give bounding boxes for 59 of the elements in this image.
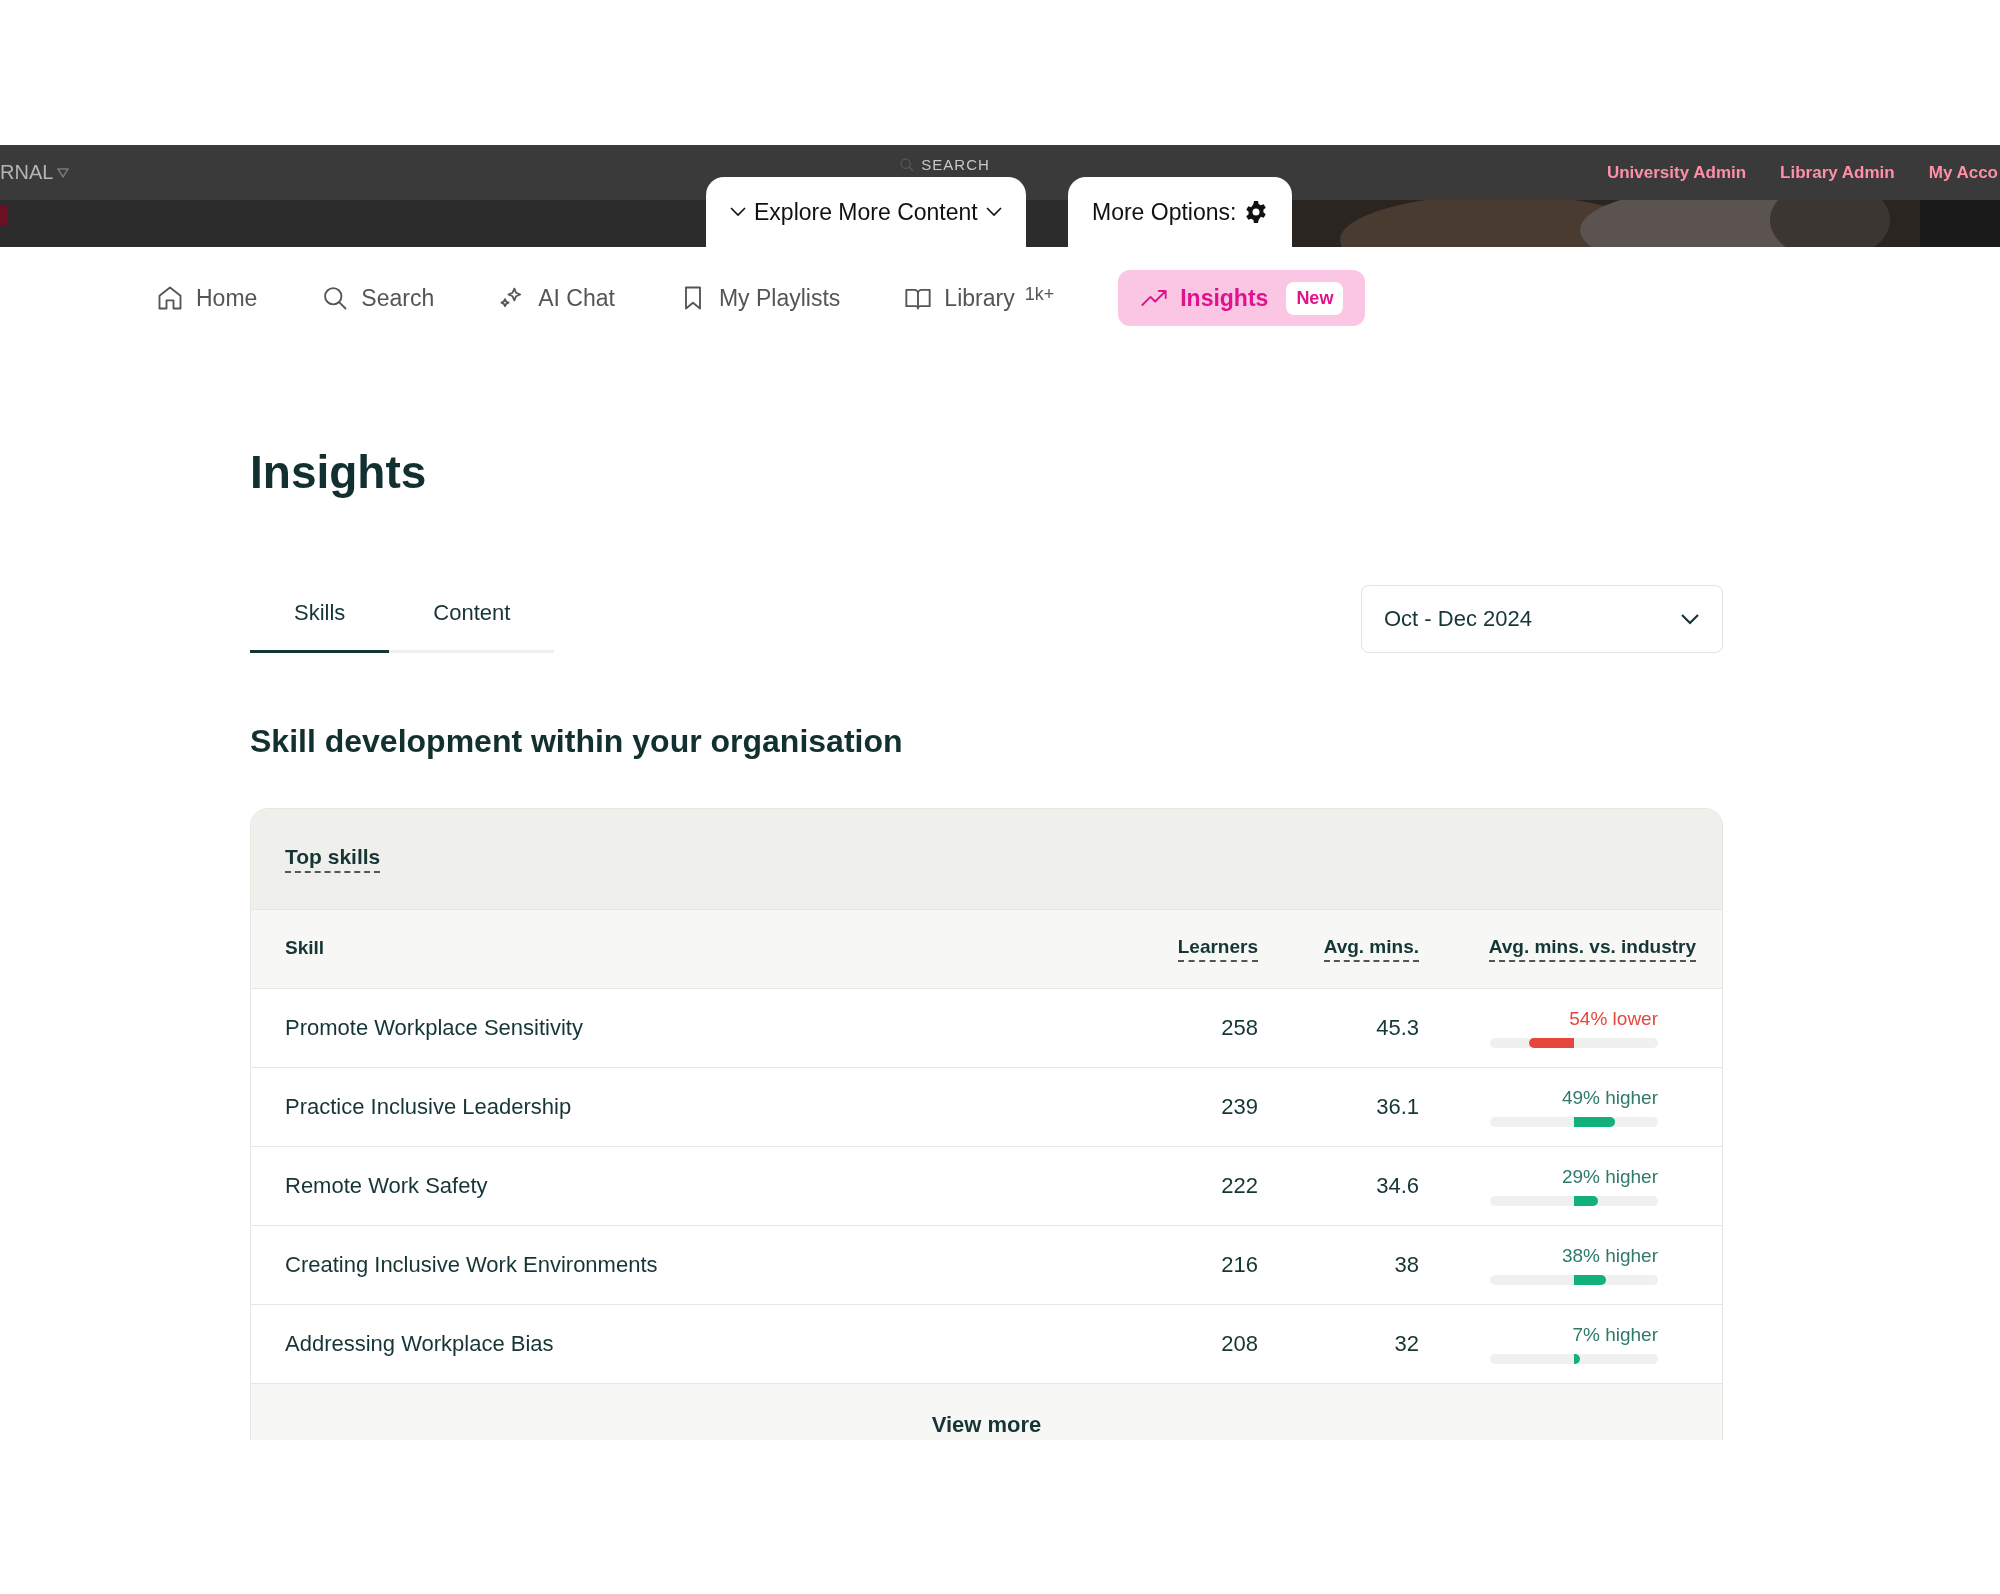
minutes-cell: 45.3 bbox=[1376, 1015, 1419, 1041]
comparison-label: 7% higher bbox=[1572, 1324, 1658, 1346]
minutes-cell: 32 bbox=[1394, 1331, 1419, 1357]
chevron-icon bbox=[730, 207, 746, 217]
nav-label: Library bbox=[944, 284, 1015, 312]
admin-link[interactable]: My Acco bbox=[1928, 162, 1998, 183]
chevron-icon bbox=[985, 207, 1002, 217]
nav-item[interactable]: My Playlists bbox=[678, 270, 841, 326]
nav-label: Insights bbox=[1180, 284, 1269, 312]
nav-item[interactable]: AI Chat bbox=[498, 270, 615, 326]
nav-item[interactable]: Library 1k+ bbox=[904, 270, 1055, 326]
comparison-label: 54% lower bbox=[1569, 1008, 1658, 1030]
comparison-label: 29% higher bbox=[1561, 1166, 1658, 1188]
nav-label: AI Chat bbox=[538, 284, 615, 312]
tab[interactable]: Skills bbox=[250, 585, 390, 653]
skill-cell-text: Remote Work Safety bbox=[284, 1173, 488, 1199]
menu-label[interactable]: RNAL bbox=[0, 161, 70, 184]
column-header: Skill bbox=[284, 937, 325, 960]
page-title: Insights bbox=[250, 445, 428, 499]
comparison-label: 49% higher bbox=[1561, 1087, 1658, 1109]
minutes-cell: 36.1 bbox=[1376, 1094, 1419, 1120]
period-select[interactable]: Oct - Dec 2024 bbox=[1361, 585, 1723, 653]
tab[interactable]: Content bbox=[389, 585, 555, 653]
learners-cell: 239 bbox=[1221, 1094, 1258, 1120]
nav-item[interactable]: Home bbox=[156, 270, 258, 326]
options-tab[interactable]: More Options: bbox=[1068, 177, 1293, 247]
settings-icon bbox=[1244, 200, 1269, 224]
caret-icon bbox=[57, 167, 70, 178]
learners-cell: 222 bbox=[1221, 1173, 1258, 1199]
nav-label: Search bbox=[361, 284, 435, 312]
admin-link[interactable]: University Admin bbox=[1606, 162, 1747, 183]
view-more-button[interactable]: View more bbox=[251, 1384, 1722, 1440]
skill-cell-text: Creating Inclusive Work Environments bbox=[284, 1252, 658, 1278]
home-icon bbox=[156, 284, 184, 312]
new-badge: New bbox=[1286, 281, 1344, 315]
learners-cell: 216 bbox=[1221, 1252, 1258, 1278]
column-header: Avg. mins. bbox=[1323, 936, 1419, 962]
card-title: Top skills bbox=[285, 845, 381, 873]
learners-cell: 208 bbox=[1221, 1331, 1258, 1357]
skill-cell-text: Practice Inclusive Leadership bbox=[284, 1094, 572, 1120]
nav-item[interactable]: Insights New bbox=[1118, 270, 1366, 326]
learners-cell: 258 bbox=[1221, 1015, 1258, 1041]
skill-cell-text: Promote Workplace Sensitivity bbox=[284, 1015, 583, 1041]
column-header: Learners bbox=[1177, 936, 1258, 962]
nav-item[interactable]: Search bbox=[321, 270, 435, 326]
count-label: 1k+ bbox=[1024, 283, 1055, 305]
column-header: Avg. mins. vs. industry bbox=[1488, 936, 1696, 962]
search-icon bbox=[899, 156, 916, 173]
nav-label: Home bbox=[196, 284, 258, 312]
admin-link[interactable]: Library Admin bbox=[1780, 162, 1895, 183]
search-field[interactable]: SEARCH bbox=[899, 156, 990, 173]
explore-tab[interactable]: Explore More Content bbox=[706, 177, 1026, 247]
comparison-label: 38% higher bbox=[1561, 1245, 1658, 1267]
skill-cell-text: Addressing Workplace Bias bbox=[284, 1331, 554, 1357]
chevron-icon bbox=[1680, 613, 1700, 625]
section-title: Skill development within your organisation bbox=[250, 723, 904, 760]
nav-label: My Playlists bbox=[718, 284, 841, 312]
minutes-cell: 34.6 bbox=[1376, 1173, 1419, 1199]
minutes-cell: 38 bbox=[1394, 1252, 1419, 1278]
